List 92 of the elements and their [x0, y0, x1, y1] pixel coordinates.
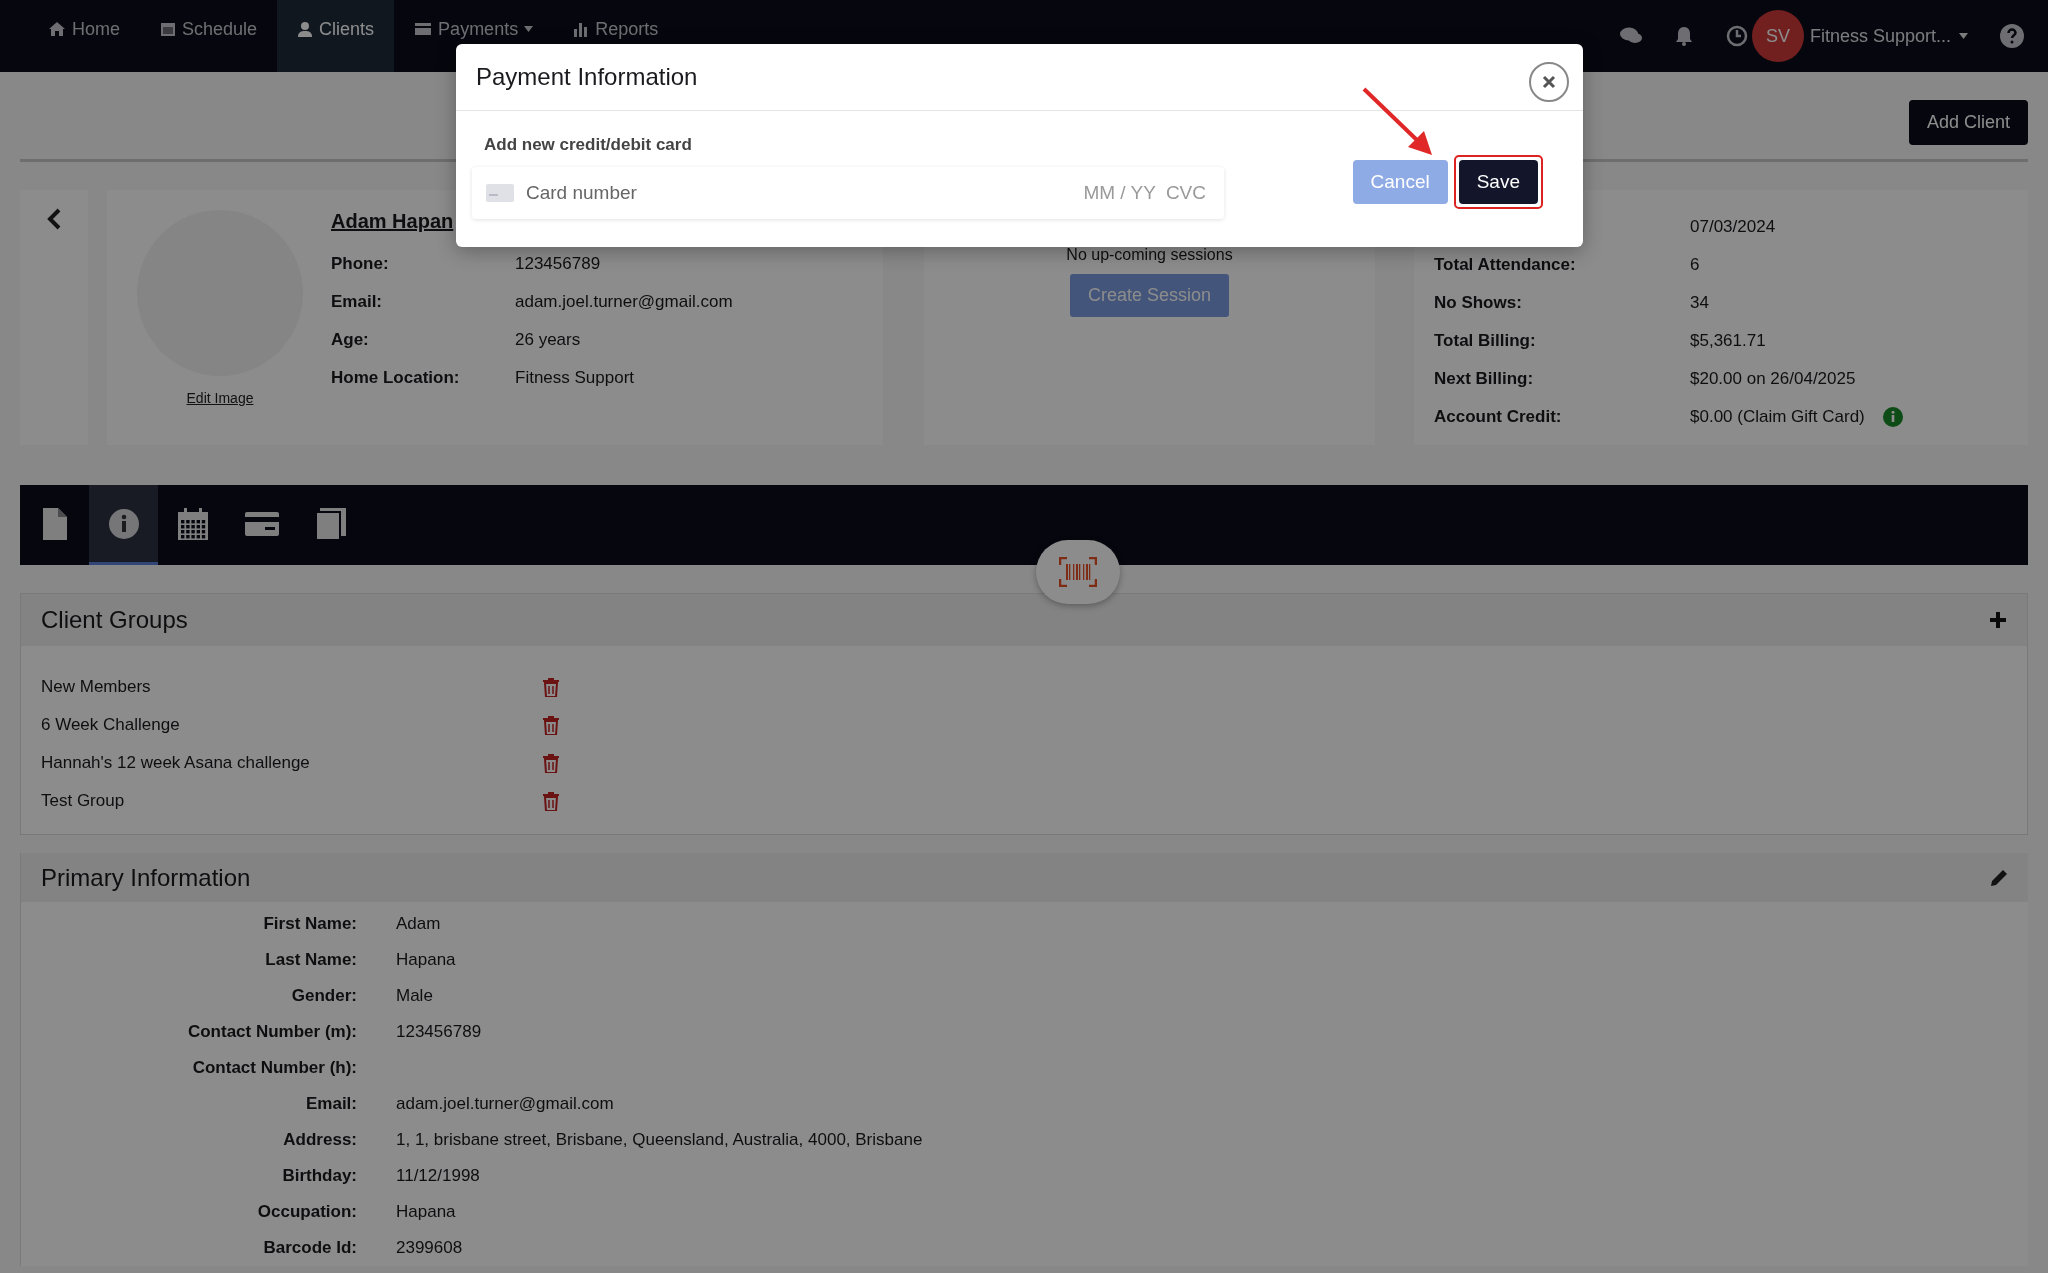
field-label: Birthday: — [281, 1166, 357, 1186]
caret-icon — [524, 26, 534, 32]
nav-tab[interactable]: Clients — [277, 0, 395, 72]
field-label: Age: — [331, 330, 370, 350]
cancel-button[interactable]: Cancel — [1352, 160, 1448, 204]
user-avatar[interactable]: SV — [1751, 10, 1804, 62]
field-label: Address: — [282, 1130, 357, 1150]
group-name: Hannah's 12 week Asana challenge — [41, 753, 311, 773]
caret-icon — [1959, 33, 1968, 39]
edit-image-link[interactable]: Edit Image — [186, 390, 254, 406]
field-label: Last Name: — [264, 950, 357, 970]
field-value: 11/12/1998 — [396, 1166, 481, 1186]
field-value: 2399608 — [396, 1238, 464, 1258]
section-title: Primary Information — [41, 863, 251, 892]
calendar-icon — [177, 507, 208, 540]
card-number-input[interactable]: Card number — [524, 181, 1074, 205]
field-value: Fitness Support — [515, 368, 636, 388]
expiry-placeholder: MM / YY — [1083, 182, 1156, 204]
info-icon — [107, 507, 140, 540]
card-icon — [486, 184, 514, 202]
cvc-placeholder: CVC — [1165, 182, 1206, 204]
stat-value: 07/03/2024 — [1690, 217, 1776, 237]
save-button[interactable]: Save — [1458, 160, 1538, 204]
home-icon — [48, 21, 66, 37]
field-value: 123456789 — [515, 254, 602, 274]
nav-tab[interactable]: Schedule — [140, 0, 278, 72]
group-name: New Members — [41, 677, 152, 697]
empty-sessions-text: No up-coming sessions — [1066, 246, 1233, 264]
field-value: 1, 1, brisbane street, Brisbane, Queensland, Australia, 4000, Brisbane — [396, 1130, 924, 1150]
field-label: Email: — [304, 1094, 357, 1114]
field-value: Hapana — [396, 950, 457, 970]
card-icon — [414, 22, 433, 36]
chat-icon[interactable] — [1619, 27, 1642, 45]
close-icon — [1542, 75, 1556, 89]
back-icon[interactable] — [47, 208, 61, 230]
stat-label: Account Credit: — [1434, 407, 1563, 427]
client-name: Adam Hapan — [331, 210, 455, 234]
barcode-icon — [1059, 557, 1097, 587]
create-session-button[interactable]: Create Session — [1069, 274, 1230, 317]
card-icon — [244, 511, 279, 536]
close-button[interactable] — [1529, 62, 1569, 102]
bar-chart-icon — [573, 21, 590, 37]
field-label: Email: — [331, 292, 384, 312]
delete-icon[interactable] — [543, 791, 561, 811]
calendar-icon — [160, 21, 176, 37]
help-icon[interactable] — [2000, 24, 2024, 48]
stat-label: Next Billing: — [1434, 369, 1535, 389]
book-icon — [315, 507, 346, 540]
field-label: Occupation: — [256, 1202, 357, 1222]
stat-value: 34 — [1690, 293, 1709, 313]
field-label: Barcode Id: — [262, 1238, 357, 1258]
icon-tab[interactable] — [89, 485, 158, 565]
field-label: Phone: — [331, 254, 390, 274]
field-label: First Name: — [262, 914, 357, 934]
field-value: 123456789 — [396, 1022, 483, 1042]
person-icon — [297, 21, 314, 37]
stat-label: Total Attendance: — [1434, 255, 1577, 275]
dialog-title: Payment Information — [476, 63, 698, 91]
card-number-field[interactable]: Card number MM / YY CVC — [472, 167, 1224, 219]
info-icon[interactable] — [1882, 407, 1903, 427]
field-value: Male — [396, 986, 434, 1006]
section-label: Add new credit/debit card — [484, 135, 693, 155]
field-value: 26 years — [515, 330, 582, 350]
stat-label: Total Billing: — [1434, 331, 1537, 351]
stat-value: $0.00 (Claim Gift Card) — [1690, 407, 1865, 427]
group-name: 6 Week Challenge — [41, 715, 181, 735]
stat-label: No Shows: — [1434, 293, 1523, 313]
annotation-arrow — [1362, 87, 1434, 157]
clock-icon[interactable] — [1725, 25, 1748, 47]
group-name: Test Group — [41, 791, 126, 811]
delete-icon[interactable] — [543, 677, 561, 697]
section-title: Client Groups — [41, 606, 188, 634]
stat-value: $20.00 on 26/04/2025 — [1690, 369, 1856, 389]
field-value: Hapana — [396, 1202, 457, 1222]
document-icon — [42, 507, 67, 540]
field-value: adam.joel.turner@gmail.com — [515, 292, 733, 312]
delete-icon[interactable] — [543, 753, 561, 773]
bell-icon[interactable] — [1673, 26, 1694, 46]
delete-icon[interactable] — [543, 715, 561, 735]
edit-icon[interactable] — [1990, 868, 2008, 887]
add-client-button[interactable]: Add Client — [1908, 100, 2028, 145]
field-label: Gender: — [290, 986, 357, 1006]
barcode-scan-button[interactable] — [1036, 540, 1120, 604]
stat-value: $5,361.71 — [1690, 331, 1766, 351]
user-menu[interactable]: Fitness Support... — [1809, 25, 1968, 47]
field-label: Contact Number (h): — [191, 1058, 357, 1078]
stat-value: 6 — [1690, 255, 1700, 275]
field-value: Adam — [396, 914, 442, 934]
nav-tab[interactable]: Home — [28, 0, 140, 72]
field-label: Contact Number (m): — [186, 1022, 357, 1042]
field-label: Home Location: — [331, 368, 461, 388]
field-value: adam.joel.turner@gmail.com — [396, 1094, 615, 1114]
